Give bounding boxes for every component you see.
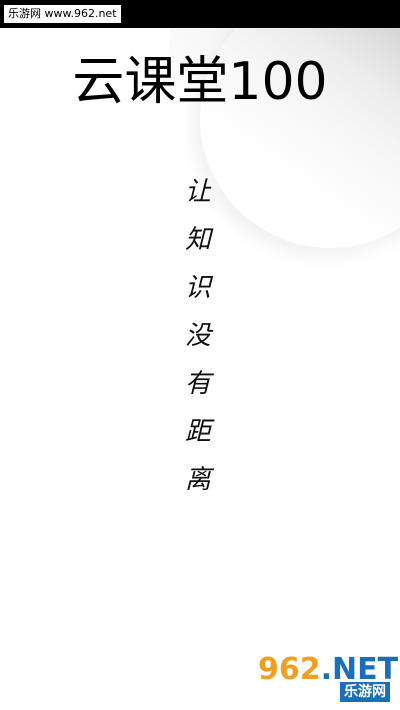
slogan-char: 知 (184, 225, 211, 255)
watermark-top: 乐游网 www.962.net (4, 5, 121, 23)
slogan-char: 有 (184, 369, 211, 399)
slogan-char: 识 (184, 273, 211, 303)
slogan-char: 没 (184, 321, 211, 351)
app-title: 云课堂100 (72, 52, 328, 112)
splash-page: 云课堂100 让 知 识 没 有 距 离 962.NET 乐游网 (0, 28, 400, 710)
slogan-char: 距 (184, 417, 211, 447)
watermark-logo: 962.NET 乐游网 (258, 652, 398, 704)
watermark-site-name: 乐游网 (340, 682, 390, 702)
status-bar: 乐游网 www.962.net (0, 0, 400, 28)
slogan-vertical: 让 知 识 没 有 距 离 (178, 168, 218, 504)
watermark-digits: 962 (258, 652, 321, 687)
slogan-char: 离 (184, 465, 211, 495)
slogan-char: 让 (184, 177, 211, 207)
